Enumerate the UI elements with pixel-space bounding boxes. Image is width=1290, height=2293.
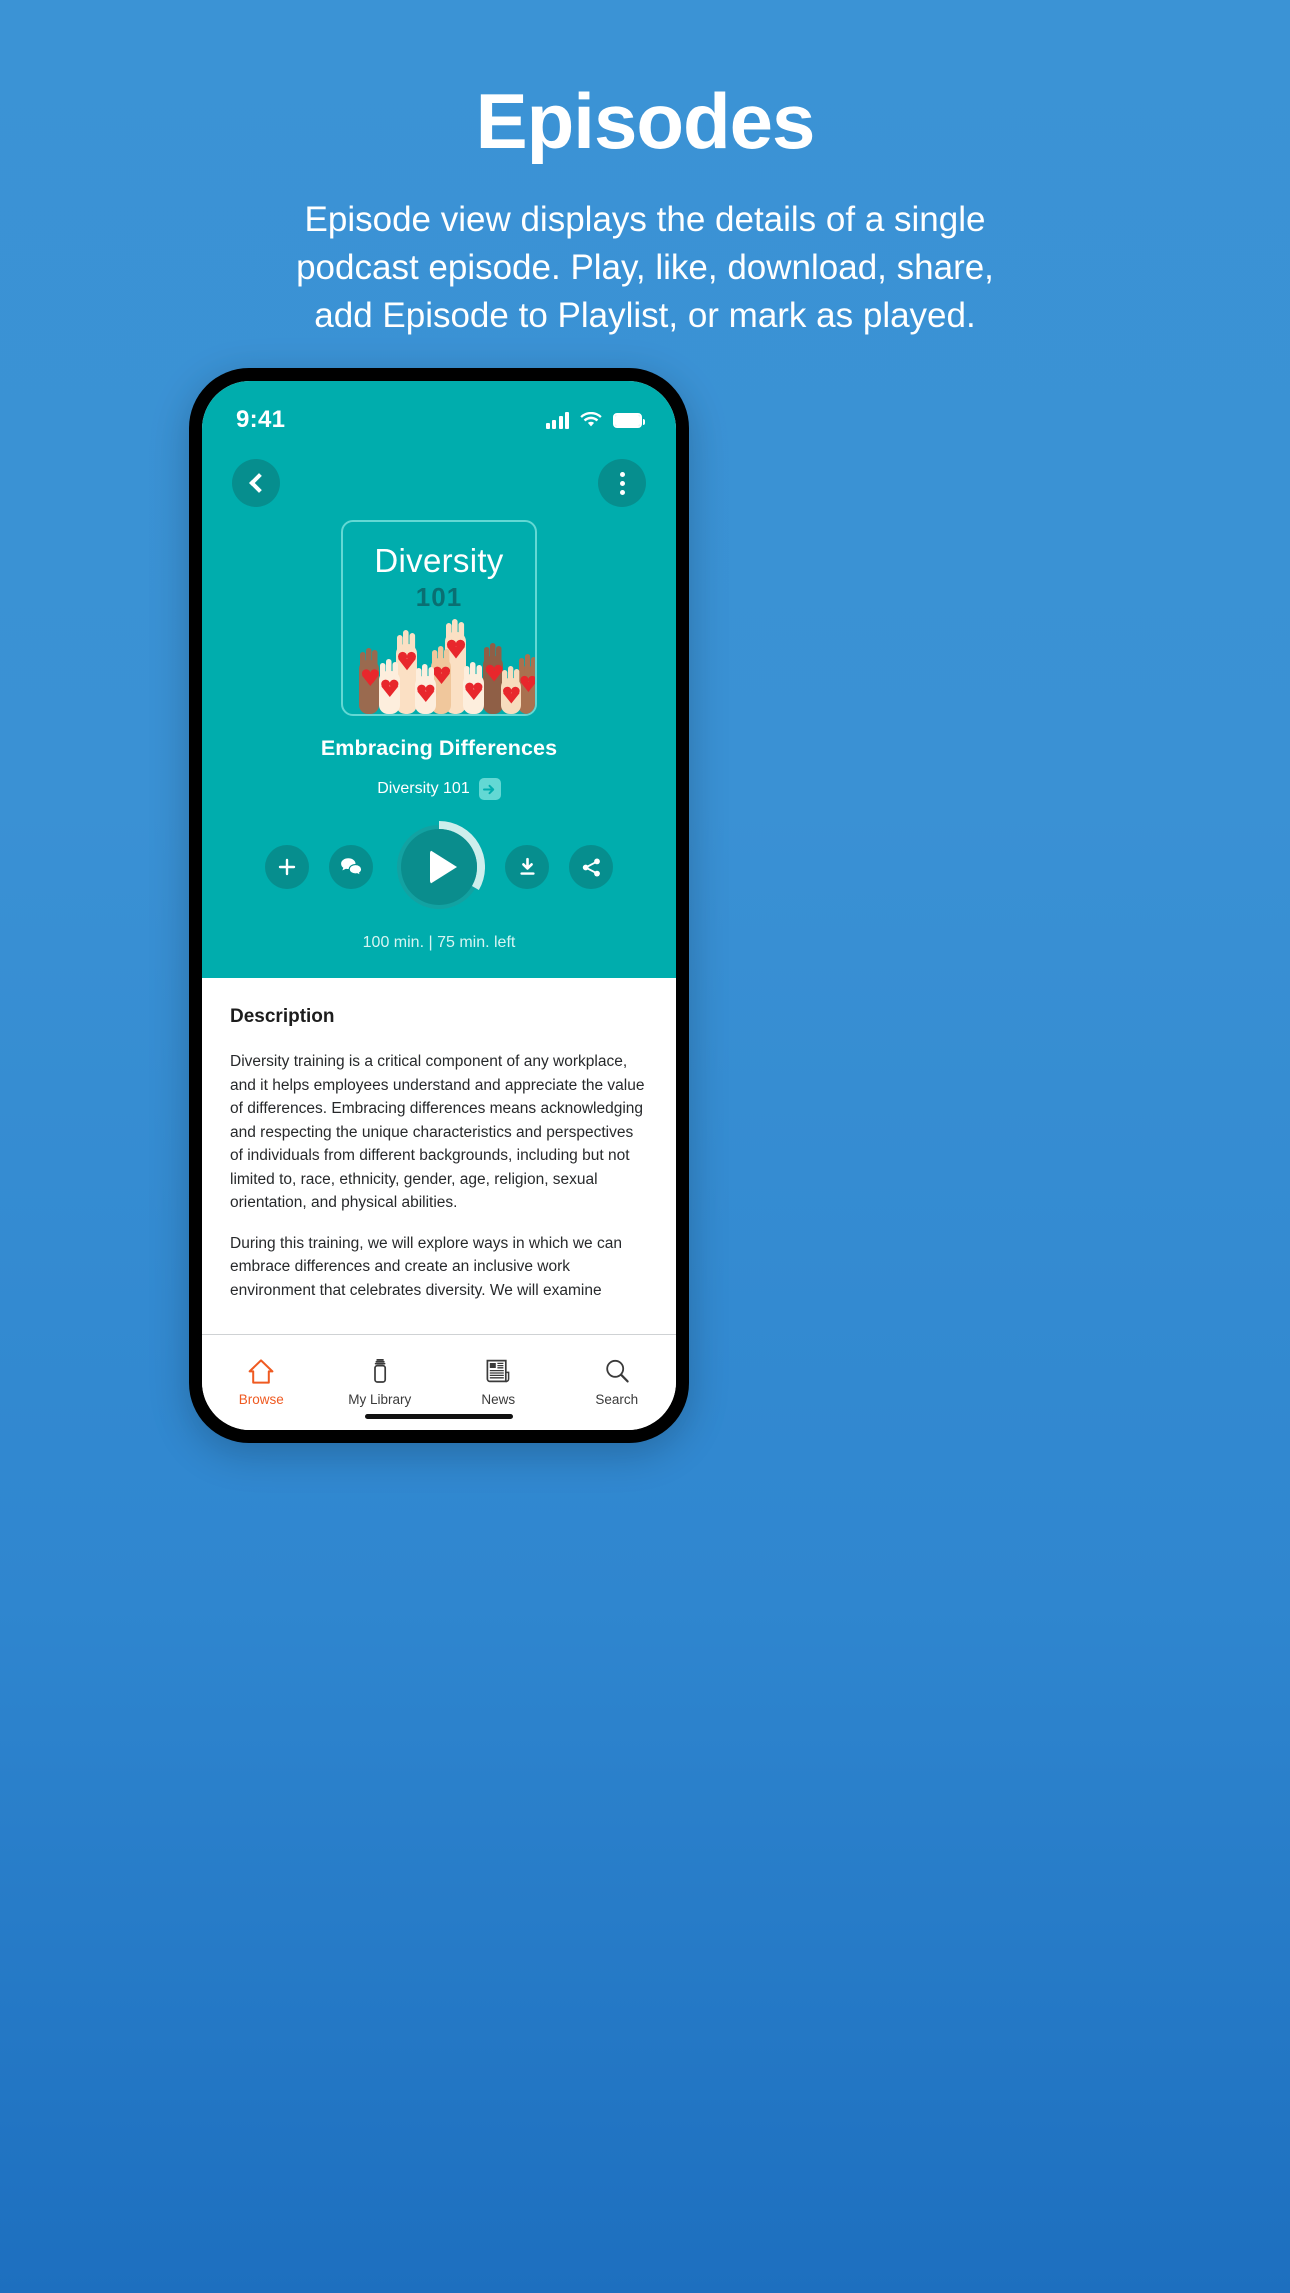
description-pane[interactable]: Description Diversity training is a crit… <box>202 978 676 1334</box>
overflow-menu-icon <box>619 471 625 495</box>
page-subtitle: Episode view displays the details of a s… <box>296 200 994 335</box>
share-icon <box>582 858 600 876</box>
episode-hero: Diversity 101 Embracing Differences Dive… <box>202 445 676 978</box>
album-art-number: 101 <box>415 582 463 612</box>
tab-browse[interactable]: Browse <box>202 1358 321 1407</box>
show-link[interactable]: Diversity 101 <box>202 778 676 800</box>
search-icon <box>606 1359 629 1383</box>
tab-label: News <box>481 1392 516 1407</box>
wifi-icon <box>580 412 602 427</box>
raised-hands-with-hearts-illustration <box>359 619 535 714</box>
battery-icon <box>613 412 645 428</box>
status-bar-icons <box>545 411 645 429</box>
album-art-wrapper: Diversity 101 <box>202 520 676 716</box>
phone-mockup: 9:41 Diversity 101 Embracing Differences… <box>189 368 689 1443</box>
page-title: Episodes <box>475 77 816 165</box>
newspaper-icon <box>486 1359 510 1383</box>
download-button[interactable] <box>505 845 549 889</box>
description-paragraph: During this training, we will explore wa… <box>230 1234 622 1299</box>
download-icon <box>519 857 535 875</box>
share-button[interactable] <box>569 845 613 889</box>
home-icon <box>248 1359 274 1384</box>
tab-label: My Library <box>348 1392 412 1407</box>
album-art-title: Diversity <box>374 542 504 579</box>
status-bar-clock: 9:41 <box>236 406 286 433</box>
comments-button[interactable] <box>329 845 373 889</box>
tab-label: Browse <box>238 1392 284 1407</box>
episode-title: Embracing Differences <box>320 736 558 760</box>
back-button[interactable] <box>232 459 280 507</box>
home-indicator <box>365 1414 513 1419</box>
promo-header: Episodes Episode view displays the detai… <box>0 0 1290 340</box>
plus-icon <box>278 858 296 876</box>
play-icon <box>429 850 457 884</box>
hero-nav <box>202 445 676 507</box>
library-icon <box>373 1358 386 1383</box>
tab-news[interactable]: News <box>439 1358 558 1407</box>
tab-label: Search <box>595 1392 639 1407</box>
album-art: Diversity 101 <box>341 520 537 716</box>
add-to-playlist-button[interactable] <box>265 845 309 889</box>
status-bar: 9:41 <box>202 381 676 445</box>
play-button-wrapper <box>393 821 485 913</box>
tab-search[interactable]: Search <box>558 1358 677 1407</box>
chevron-left-icon <box>248 473 269 493</box>
description-heading: Description <box>230 1006 335 1027</box>
open-show-icon <box>478 778 501 800</box>
show-name: Diversity 101 <box>377 780 470 797</box>
phone-screen: 9:41 Diversity 101 Embracing Differences… <box>202 381 676 1430</box>
chat-bubbles-icon <box>340 858 362 877</box>
description-paragraph: Diversity training is a critical compone… <box>230 1053 645 1212</box>
play-button[interactable] <box>401 829 477 905</box>
episode-actions <box>202 821 676 913</box>
tab-my-library[interactable]: My Library <box>321 1358 440 1407</box>
episode-duration: 100 min. | 75 min. left <box>362 934 516 951</box>
overflow-menu-button[interactable] <box>598 459 646 507</box>
signal-bars-icon <box>545 411 569 429</box>
